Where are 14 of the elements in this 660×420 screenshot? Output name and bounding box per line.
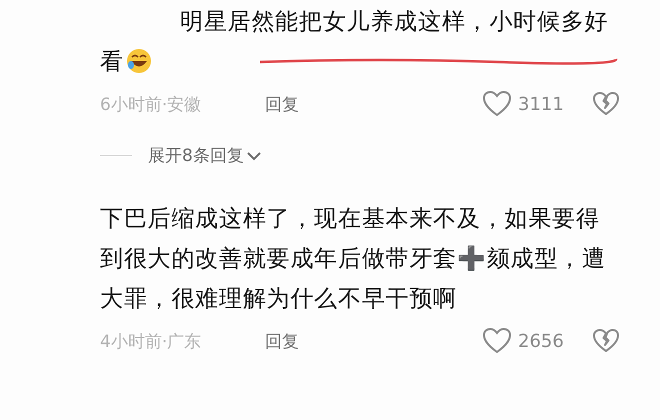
comment-time-location: 6小时前·安徽	[100, 94, 202, 116]
reply-link[interactable]: 回复	[265, 92, 299, 116]
comment-text: 下巴后缩成这样了，现在基本来不及，如果要得到很大的改善就要成年后做带牙套➕颏成型，遭大罪，很难理解为什么不早干预啊	[100, 206, 606, 312]
heart-icon[interactable]	[482, 327, 512, 355]
comment-text: 明星居然能把女儿养成这样，小时候多好看	[100, 9, 608, 75]
broken-heart-icon[interactable]	[592, 328, 620, 354]
like-count: 3111	[518, 94, 564, 114]
expand-replies-button[interactable]: 展开8条回复	[148, 144, 262, 167]
like-count: 2656	[518, 330, 564, 352]
broken-heart-icon[interactable]	[592, 91, 620, 117]
heart-icon[interactable]	[482, 90, 512, 118]
chevron-down-icon	[246, 150, 262, 162]
reply-link[interactable]: 回复	[265, 330, 299, 352]
comment-time-location: 4小时前·广东	[100, 330, 202, 352]
